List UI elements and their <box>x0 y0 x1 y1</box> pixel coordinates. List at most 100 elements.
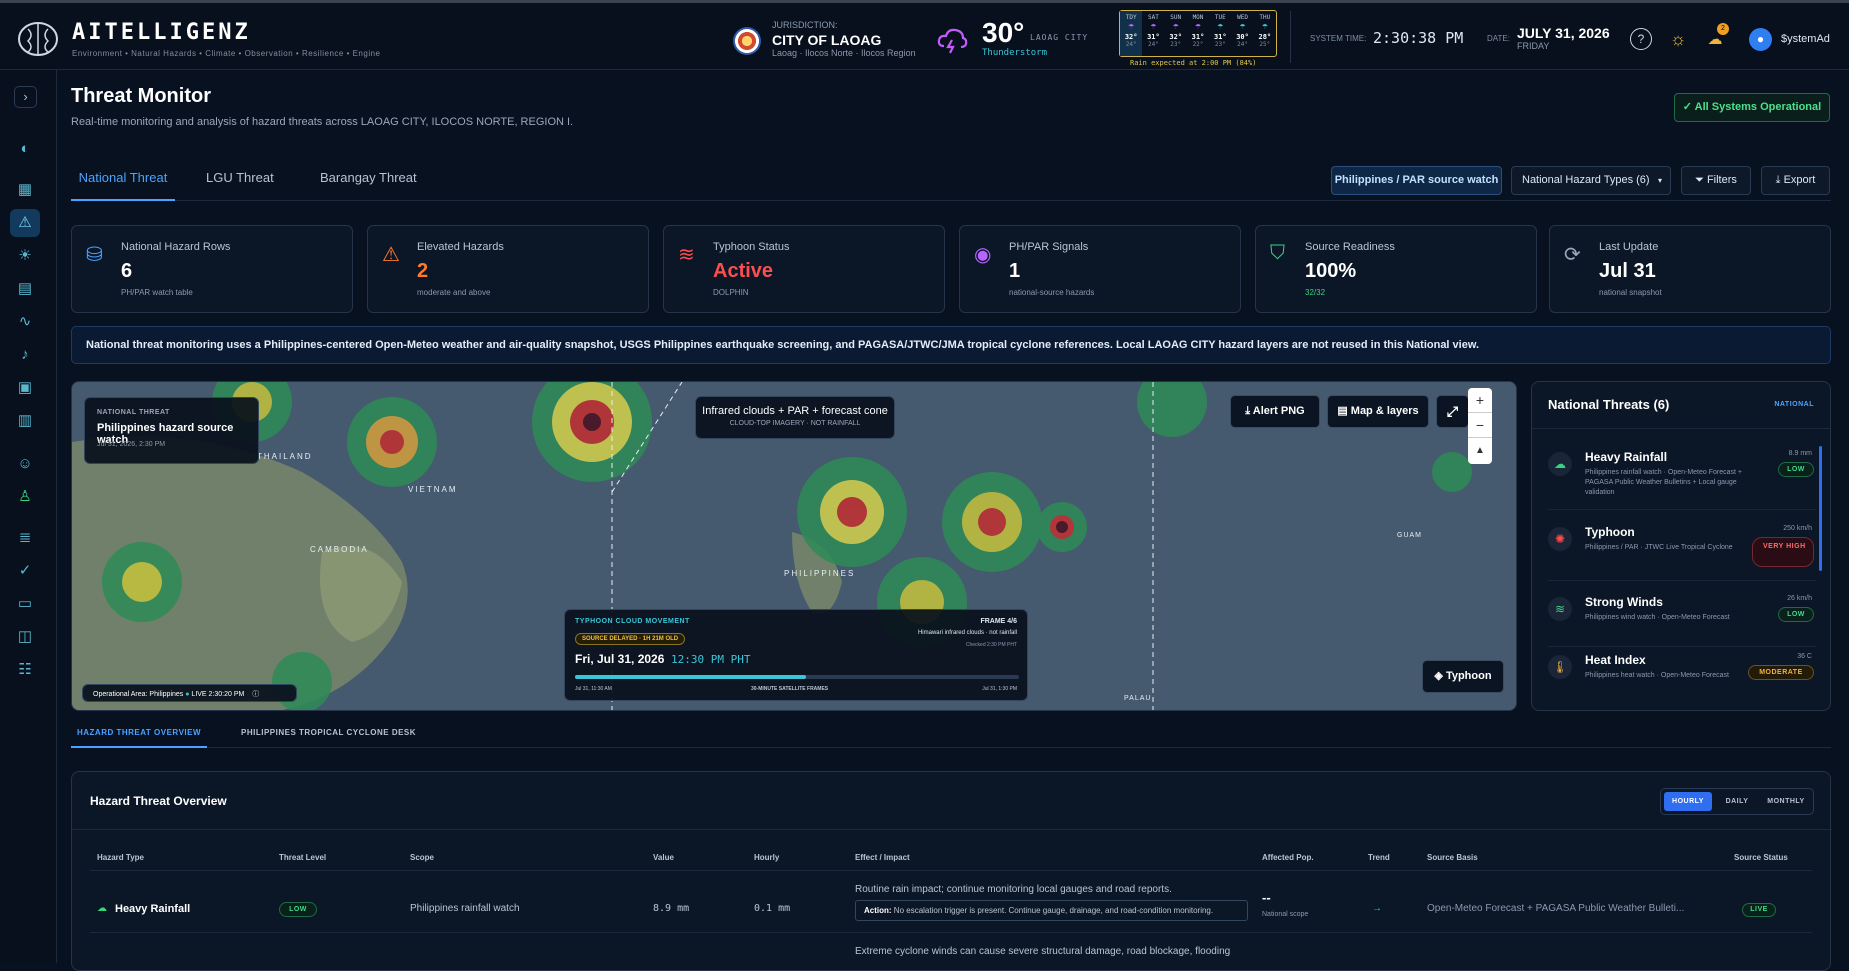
typhoon-movement-panel: TYPHOON CLOUD MOVEMENT SOURCE DELAYED · … <box>564 609 1028 701</box>
sidebar-item-weather[interactable]: ☀ <box>10 242 40 270</box>
map-layers-label: Map & layers <box>1350 405 1419 417</box>
date-label: DATE: <box>1487 34 1510 43</box>
toggle-hourly[interactable]: HOURLY <box>1664 792 1712 811</box>
column-header[interactable]: Threat Level <box>279 853 326 862</box>
sidebar-item-add-user[interactable]: ♙ <box>10 483 40 511</box>
kpi-card: ⚠ Elevated Hazards 2 moderate and above <box>367 225 649 313</box>
brain-logo-icon[interactable] <box>16 19 60 59</box>
threat-item[interactable]: ≋ Strong Winds Philippines wind watch · … <box>1548 589 1816 647</box>
scope: Philippines rainfall watch <box>410 903 520 914</box>
forecast-day[interactable]: WED ☂ 30° 24° <box>1231 11 1253 56</box>
map-label: PHILIPPINES <box>784 569 856 578</box>
source-status-badge: LIVE <box>1742 903 1776 917</box>
sidebar-item-alerts[interactable]: ♪ <box>10 341 40 369</box>
forecast-day[interactable]: SAT ☂ 31° 24° <box>1142 11 1164 56</box>
forecast-day[interactable]: SUN ☂ 32° 23° <box>1165 11 1187 56</box>
kpi-title: Last Update <box>1599 241 1659 253</box>
tab-national-threat[interactable]: National Threat <box>71 165 175 201</box>
sidebar-item-reports[interactable]: ▣ <box>10 374 40 402</box>
sun-icon[interactable]: ☼ <box>1667 28 1689 50</box>
hazard-types-select[interactable]: National Hazard Types (6) ▾ <box>1511 166 1671 195</box>
filters-button[interactable]: ⏷ Filters <box>1681 166 1751 195</box>
map-layers-button[interactable]: ▤ Map & layers <box>1327 395 1429 428</box>
sidebar-item-people[interactable]: ☺ <box>10 450 40 478</box>
fullscreen-icon[interactable]: ⤢ <box>1436 395 1469 428</box>
info-icon[interactable]: ⓘ <box>252 691 259 698</box>
table-divider <box>72 829 1832 830</box>
column-header[interactable]: Hourly <box>754 853 779 862</box>
expand-sidebar-button[interactable]: › <box>14 86 37 108</box>
zoom-in-icon[interactable]: + <box>1468 388 1492 413</box>
download-icon: ⤓ <box>1245 405 1253 417</box>
threat-item[interactable]: ✺ Typhoon Philippines / PAR · JTWC Live … <box>1548 519 1816 581</box>
alert-png-button[interactable]: ⤓ Alert PNG <box>1230 395 1320 428</box>
storm-icon: ☂ <box>1128 21 1135 32</box>
sidebar-item-records[interactable]: ≣ <box>10 524 40 552</box>
threat-item[interactable]: 🌡 Heat Index Philippines heat watch · Op… <box>1548 647 1816 697</box>
tab-hazard-threat-overview[interactable]: HAZARD THREAT OVERVIEW <box>71 728 207 748</box>
forecast-low: 25° <box>1259 41 1271 48</box>
export-button[interactable]: ⤓ Export <box>1761 166 1830 195</box>
alert-png-label: Alert PNG <box>1252 405 1305 417</box>
system-time-label: SYSTEM TIME: <box>1310 34 1367 43</box>
wind-icon: ≋ <box>1548 597 1572 621</box>
threat-item[interactable]: ☁ Heavy Rainfall Philippines rainfall wa… <box>1548 444 1816 510</box>
overlay-title: Infrared clouds + PAR + forecast cone <box>702 405 888 417</box>
column-header[interactable]: Hazard Type <box>97 853 144 862</box>
tab-lgu-threat[interactable]: LGU Threat <box>206 165 274 201</box>
typhoon-layer-button[interactable]: ◈ Typhoon <box>1422 660 1504 693</box>
tab-barangay-threat[interactable]: Barangay Threat <box>320 165 417 201</box>
sidebar-item-map[interactable]: ▤ <box>10 275 40 303</box>
satellite-map[interactable]: THAILAND VIETNAM CAMBODIA PHILIPPINES GU… <box>71 381 1517 711</box>
kpi-title: Source Readiness <box>1305 241 1395 253</box>
effect: Routine rain impact; continue monitoring… <box>855 884 1172 895</box>
forecast-day[interactable]: THU ☂ 28° 25° <box>1254 11 1276 56</box>
threat-desc: Philippines / PAR · JTWC Live Tropical C… <box>1585 544 1733 551</box>
user-avatar-icon[interactable]: ● <box>1749 28 1772 51</box>
zoom-out-icon[interactable]: − <box>1468 413 1492 438</box>
sidebar-item-team[interactable]: ☷ <box>10 656 40 684</box>
tab-tropical-cyclone-desk[interactable]: PHILIPPINES TROPICAL CYCLONE DESK <box>241 728 416 748</box>
column-header[interactable]: Source Basis <box>1427 853 1478 862</box>
column-header[interactable]: Effect / Impact <box>855 853 910 862</box>
system-status-button[interactable]: ✓ All Systems Operational <box>1674 93 1830 122</box>
kpi-title: Elevated Hazards <box>417 241 504 253</box>
user-name[interactable]: $ystemAd <box>1781 33 1830 45</box>
chevron-down-icon: ▾ <box>1657 176 1662 185</box>
column-header[interactable]: Trend <box>1368 853 1390 862</box>
sidebar-item-checklist[interactable]: ✓ <box>10 557 40 585</box>
sidebar-item-activity[interactable]: ∿ <box>10 308 40 336</box>
column-header[interactable]: Scope <box>410 853 434 862</box>
action-box: Action: No escalation trigger is present… <box>855 900 1248 921</box>
source-watch-button[interactable]: Philippines / PAR source watch <box>1331 166 1502 195</box>
toggle-monthly[interactable]: MONTHLY <box>1761 792 1811 811</box>
column-header[interactable]: Source Status <box>1734 853 1788 862</box>
value: 8.9 mm <box>653 903 690 914</box>
layers-icon: ◈ <box>1434 670 1446 682</box>
compass-icon[interactable]: ▲ <box>1468 438 1492 463</box>
help-icon[interactable]: ? <box>1630 28 1652 50</box>
panel-scrollbar[interactable] <box>1819 446 1822 571</box>
toggle-daily[interactable]: DAILY <box>1716 792 1758 811</box>
column-header[interactable]: Value <box>653 853 674 862</box>
signal-icon: ◉ <box>974 244 992 266</box>
sidebar-item-storage[interactable]: ▭ <box>10 590 40 618</box>
sidebar-item-dashboard[interactable]: ◐ <box>10 135 40 163</box>
threat-desc: Philippines wind watch · Open-Meteo Fore… <box>1585 614 1730 621</box>
seven-day-forecast[interactable]: TDY ☂ 32° 24° SAT ☂ 31° 24° SUN ☂ 32° 23° MON ☂ 31°… <box>1119 10 1277 57</box>
forecast-day[interactable]: TUE ☂ 31° 23° <box>1209 11 1231 56</box>
sidebar-item-threat-monitor[interactable]: ⚠ <box>10 209 40 237</box>
sidebar-item-resources[interactable]: ▥ <box>10 407 40 435</box>
notification-badge: 2 <box>1717 23 1729 35</box>
sidebar-item-grid[interactable]: ▦ <box>10 176 40 204</box>
jurisdiction-name[interactable]: CITY OF LAOAG <box>772 32 881 48</box>
kpi-sub: moderate and above <box>417 288 491 297</box>
download-icon: ⤓ <box>1775 174 1784 186</box>
column-header[interactable]: Affected Pop. <box>1262 853 1314 862</box>
trend-arrow-icon: → <box>1372 903 1382 914</box>
forecast-day[interactable]: MON ☂ 31° 22° <box>1187 11 1209 56</box>
forecast-day[interactable]: TDY ☂ 32° 24° <box>1120 11 1143 56</box>
sidebar-item-bot[interactable]: ◫ <box>10 623 40 651</box>
thunderstorm-icon <box>937 28 968 54</box>
frame-progress-track[interactable] <box>575 675 1019 679</box>
